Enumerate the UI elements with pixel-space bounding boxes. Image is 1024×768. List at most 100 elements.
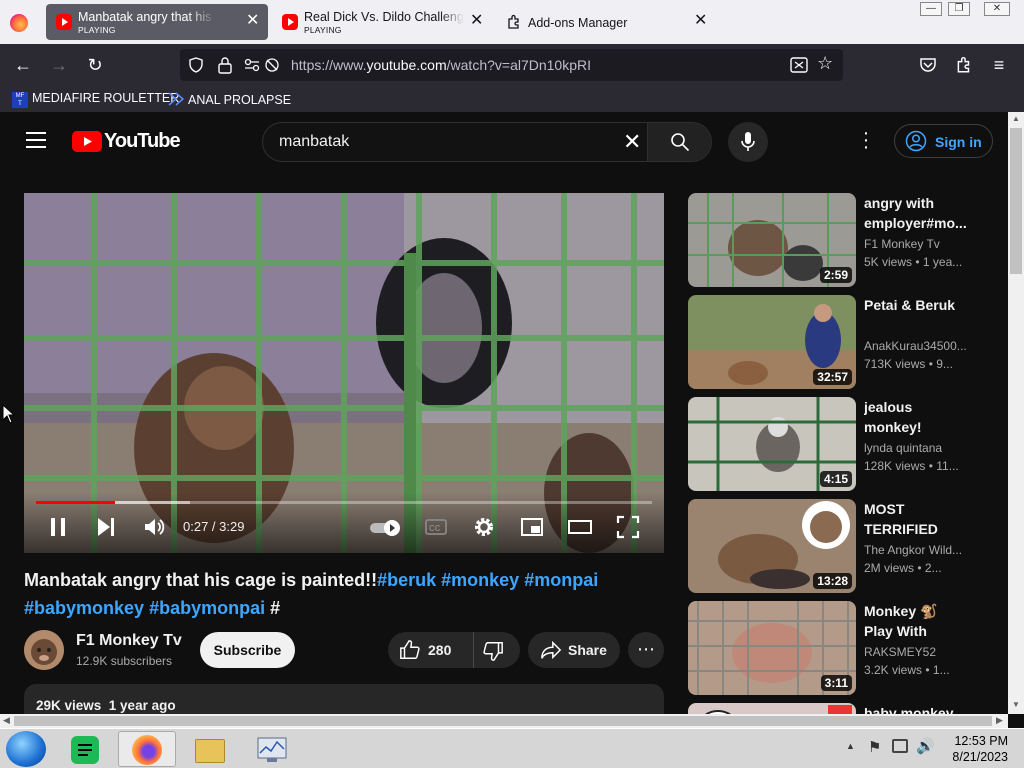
- recommended-channel[interactable]: lynda quintana: [864, 441, 968, 455]
- tab-real-challenge[interactable]: Real Dick Vs. Dildo Challenge PLAYING ✕: [272, 4, 492, 40]
- video-thumbnail[interactable]: 3:11: [688, 601, 856, 695]
- subtitles-icon[interactable]: CC: [424, 515, 448, 539]
- recommended-channel[interactable]: AnakKurau34500...: [864, 339, 968, 353]
- video-thumbnail[interactable]: 2:59: [688, 193, 856, 287]
- recommended-channel[interactable]: RAKSMEY52: [864, 645, 968, 659]
- channel-name[interactable]: F1 Monkey Tv: [76, 632, 182, 650]
- clear-search-icon[interactable]: ✕: [623, 129, 641, 155]
- settings-dots-icon[interactable]: · · ·: [860, 123, 872, 157]
- fullscreen-icon[interactable]: [616, 515, 640, 539]
- hashtag-link[interactable]: #monkey: [441, 570, 519, 590]
- vertical-scrollbar[interactable]: ▲ ▼: [1008, 112, 1024, 714]
- vertical-scroll-thumb[interactable]: [1010, 128, 1022, 274]
- subscribe-button[interactable]: Subscribe: [200, 632, 295, 668]
- recommended-video[interactable]: baby monkey...: [688, 703, 988, 714]
- recommended-video[interactable]: 3:11 Monkey 🐒 Play With Man... RAKSMEY52…: [688, 601, 988, 695]
- reader-view-icon[interactable]: [790, 57, 808, 73]
- video-thumbnail[interactable]: 13:28: [688, 499, 856, 593]
- search-button[interactable]: [647, 123, 711, 161]
- tab-manbatak[interactable]: Manbatak angry that his cage is painted!…: [46, 4, 268, 40]
- recommended-video[interactable]: 4:15 jealous monkey! lynda quintana 128K…: [688, 397, 988, 491]
- start-orb-icon[interactable]: [6, 731, 46, 767]
- bookmark-star-icon[interactable]: ☆: [817, 53, 833, 74]
- dislike-button[interactable]: [474, 632, 520, 668]
- pause-icon[interactable]: [46, 515, 70, 539]
- like-button[interactable]: 280: [388, 632, 474, 668]
- network-icon[interactable]: [892, 739, 908, 753]
- description-box[interactable]: 29K views 1 year ago: [24, 684, 664, 714]
- action-center-flag-icon[interactable]: ⚑: [868, 738, 881, 756]
- hashtag-link[interactable]: #beruk: [377, 570, 436, 590]
- hamburger-menu-icon[interactable]: ≡: [988, 54, 1010, 76]
- shield-icon[interactable]: [188, 57, 204, 73]
- permissions-icon[interactable]: [244, 57, 280, 73]
- scroll-right-arrow-icon[interactable]: ▶: [996, 715, 1003, 726]
- video-thumbnail[interactable]: 32:57: [688, 295, 856, 389]
- recommended-channel[interactable]: F1 Monkey Tv: [864, 237, 968, 251]
- pocket-icon[interactable]: [919, 56, 937, 74]
- taskbar-app-monitor[interactable]: [242, 731, 300, 767]
- taskbar-app-spotify[interactable]: [56, 731, 114, 767]
- sign-in-button[interactable]: Sign in: [894, 124, 993, 158]
- voice-search-button[interactable]: [728, 122, 768, 162]
- video-player[interactable]: 0:27 / 3:29 CC: [24, 193, 664, 553]
- scroll-up-arrow-icon[interactable]: ▲: [1012, 114, 1020, 123]
- recommended-video[interactable]: 32:57 Petai & Beruk AnakKurau34500... 71…: [688, 295, 988, 389]
- scroll-left-arrow-icon[interactable]: ◀: [3, 715, 10, 726]
- hashtag-link[interactable]: #monpai: [524, 570, 598, 590]
- hashtag-link[interactable]: #babymonkey: [24, 598, 144, 618]
- settings-gear-icon[interactable]: [472, 515, 496, 539]
- bookmark-mediafire[interactable]: MF T MEDIAFIRE ROULETTER: [12, 91, 179, 108]
- share-button[interactable]: Share: [528, 632, 620, 668]
- url-text[interactable]: https://www.youtube.com/watch?v=al7Dn10k…: [291, 57, 591, 73]
- recommended-title[interactable]: angry with employer#mo...: [864, 193, 968, 233]
- taskbar-app-firefox[interactable]: [118, 731, 176, 767]
- search-box[interactable]: manbatak ✕: [262, 122, 712, 162]
- channel-avatar[interactable]: [24, 630, 64, 670]
- horizontal-scrollbar[interactable]: ◀ ▶: [0, 714, 1008, 728]
- volume-tray-icon[interactable]: 🔊: [916, 737, 935, 755]
- puzzle-icon: [508, 14, 519, 29]
- tab-close-icon[interactable]: ✕: [470, 13, 483, 29]
- url-bar[interactable]: https://www.youtube.com/watch?v=al7Dn10k…: [180, 49, 843, 81]
- scroll-down-arrow-icon[interactable]: ▼: [1012, 700, 1020, 709]
- tab-close-icon[interactable]: ✕: [694, 13, 707, 29]
- system-clock[interactable]: 12:53 PM 8/21/2023: [944, 733, 1008, 765]
- recommended-channel[interactable]: The Angkor Wild...: [864, 543, 968, 557]
- tray-overflow-icon[interactable]: ▲: [846, 741, 855, 751]
- tab-close-icon[interactable]: ✕: [246, 13, 259, 29]
- recommended-title[interactable]: baby monkey...: [864, 703, 968, 714]
- more-actions-button[interactable]: ⋯: [628, 632, 664, 668]
- volume-icon[interactable]: [142, 515, 166, 539]
- tab-addons-manager[interactable]: Add-ons Manager ✕: [496, 4, 716, 40]
- lock-icon[interactable]: [217, 56, 233, 74]
- guide-menu-icon[interactable]: [26, 132, 46, 148]
- bookmark-anal-prolapse[interactable]: ANAL PROLAPSE: [168, 91, 291, 107]
- recommended-title[interactable]: Petai & Beruk: [864, 295, 968, 315]
- firefox-menu-icon[interactable]: [10, 14, 28, 32]
- maximize-button[interactable]: ❐: [948, 2, 970, 16]
- youtube-logo-text: YouTube: [104, 130, 181, 152]
- video-thumbnail[interactable]: [688, 703, 856, 714]
- forward-arrow-icon[interactable]: →: [48, 54, 70, 76]
- back-arrow-icon[interactable]: ←: [12, 54, 34, 76]
- search-input[interactable]: manbatak: [279, 133, 349, 151]
- taskbar-app-explorer[interactable]: [180, 731, 238, 767]
- recommended-title[interactable]: MOST TERRIFIED AN...: [864, 499, 968, 539]
- extensions-icon[interactable]: [955, 56, 973, 74]
- close-window-button[interactable]: ✕: [984, 2, 1010, 16]
- hashtag-link[interactable]: #babymonpai: [149, 598, 265, 618]
- minimize-button[interactable]: —: [920, 2, 942, 16]
- miniplayer-icon[interactable]: [520, 515, 544, 539]
- progress-bar[interactable]: [36, 501, 652, 504]
- theater-mode-icon[interactable]: [568, 515, 592, 539]
- next-video-icon[interactable]: [94, 515, 118, 539]
- recommended-title[interactable]: jealous monkey!: [864, 397, 968, 437]
- video-thumbnail[interactable]: 4:15: [688, 397, 856, 491]
- recommended-video[interactable]: 2:59 angry with employer#mo... F1 Monkey…: [688, 193, 988, 287]
- autoplay-toggle-icon[interactable]: [368, 515, 404, 539]
- recommended-video[interactable]: 13:28 MOST TERRIFIED AN... The Angkor Wi…: [688, 499, 988, 593]
- recommended-title[interactable]: Monkey 🐒 Play With Man...: [864, 601, 968, 641]
- reload-icon[interactable]: ↻: [84, 54, 106, 76]
- horizontal-scroll-thumb[interactable]: [14, 716, 992, 726]
